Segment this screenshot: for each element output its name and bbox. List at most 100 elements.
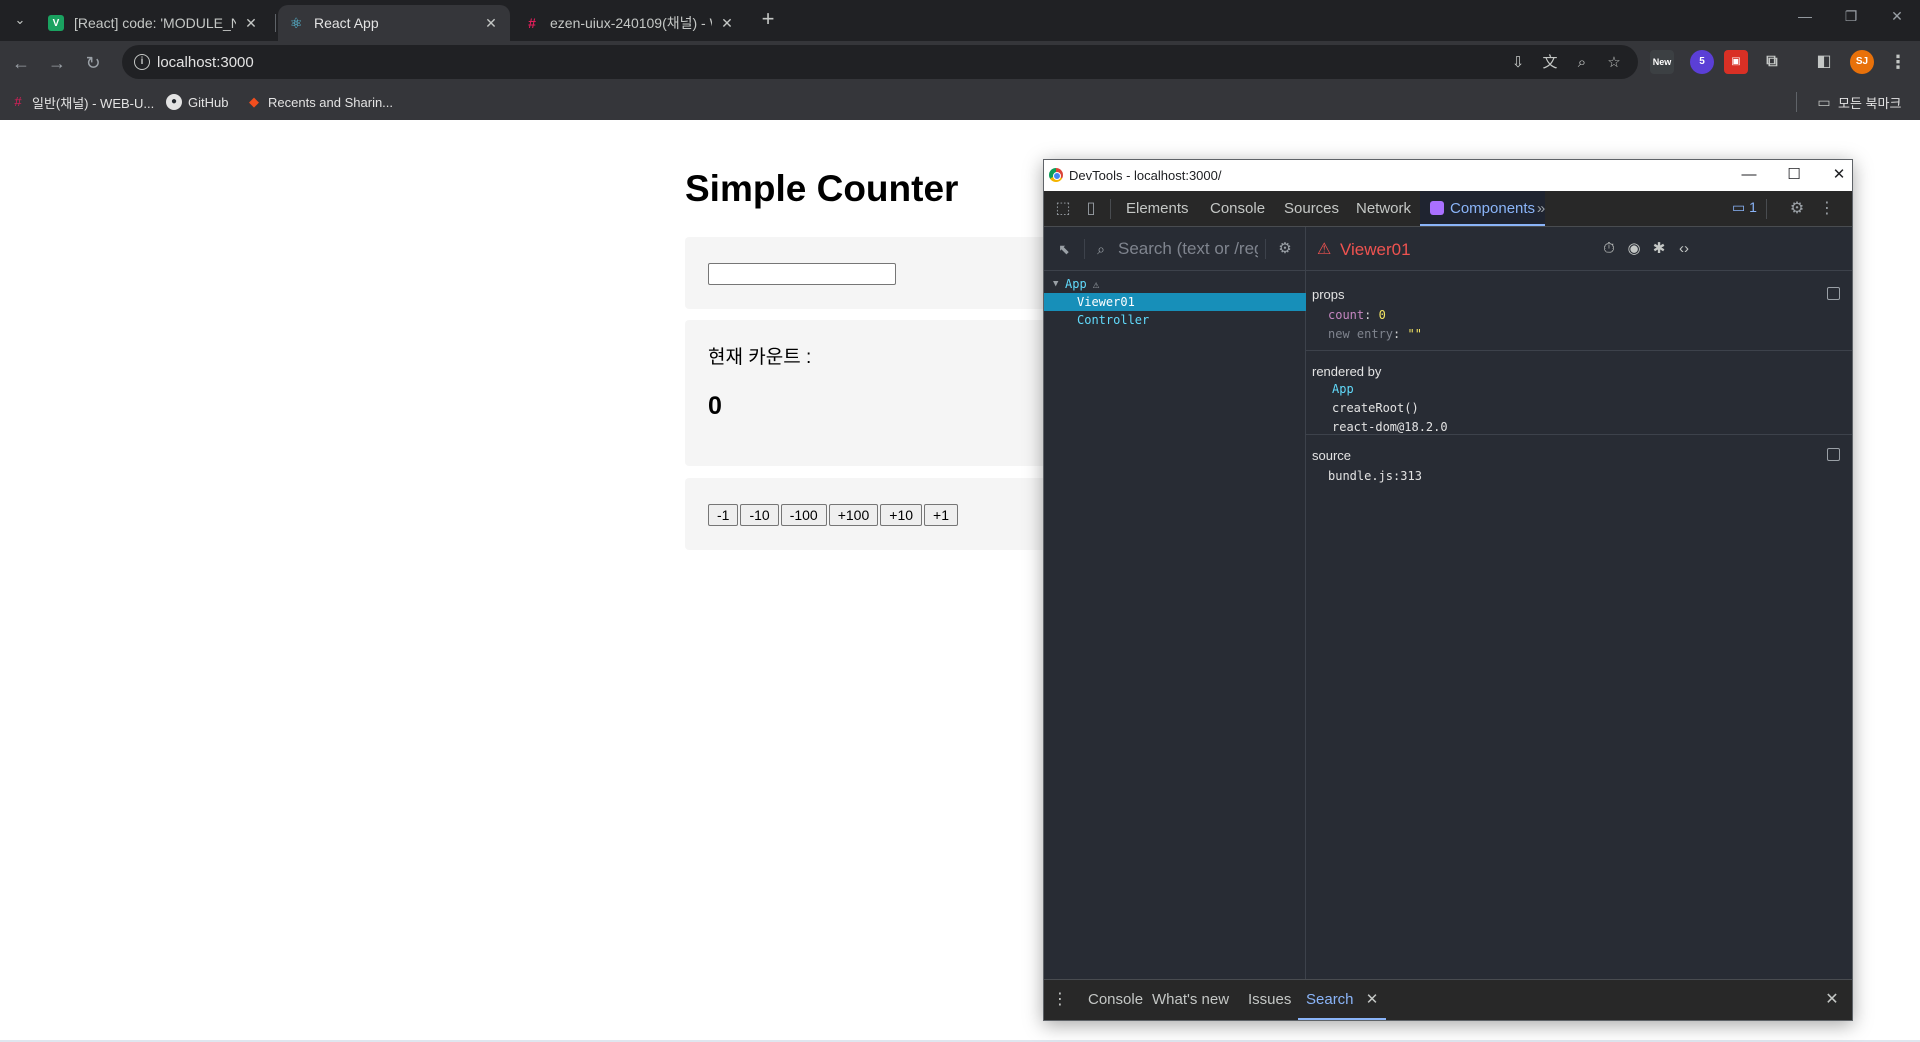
forward-arrow-icon[interactable]: → — [46, 52, 68, 74]
github-icon: ● — [166, 94, 182, 110]
drawer-tab-console[interactable]: Console — [1080, 980, 1151, 1020]
inspect-eye-icon[interactable]: ◉ — [1624, 239, 1644, 259]
plus-10-button[interactable]: +10 — [880, 504, 923, 526]
devtools-title: DevTools - localhost:3000/ — [1069, 168, 1222, 183]
tree-node-app[interactable]: ▼ App ⚠ — [1044, 275, 1306, 293]
inspect-element-icon[interactable]: ⬚ — [1052, 199, 1074, 219]
drawer-tab-search[interactable]: Search ✕ — [1298, 980, 1387, 1020]
tree-settings-gear-icon[interactable]: ⚙ — [1276, 240, 1294, 258]
zoom-icon[interactable]: ⌕ — [1572, 53, 1592, 73]
browser-tab-react-code[interactable]: V [React] code: 'MODULE_NOT_F ✕ — [38, 5, 270, 41]
url-text[interactable]: localhost:3000 — [157, 54, 254, 71]
bookmark-divider — [1796, 92, 1797, 112]
text-input[interactable] — [708, 263, 896, 285]
prop-value[interactable]: "" — [1407, 327, 1421, 341]
rendered-by-title: rendered by — [1312, 364, 1382, 379]
plus-1-button[interactable]: +1 — [924, 504, 958, 526]
tab-favicon-icon: V — [48, 15, 64, 31]
extensions-puzzle-icon[interactable]: ⧉ — [1760, 50, 1784, 74]
tree-node-label: Viewer01 — [1077, 295, 1135, 309]
devtools-drawer: ⋮ Console What's new Issues Search ✕ ✕ — [1044, 979, 1852, 1020]
minus-10-button[interactable]: -10 — [740, 504, 779, 526]
tab-console[interactable]: Console — [1200, 191, 1275, 226]
prop-row-new-entry[interactable]: new entry: "" — [1328, 327, 1422, 341]
tree-node-label: App ⚠ — [1065, 275, 1099, 294]
source-location[interactable]: bundle.js:313 — [1328, 469, 1422, 483]
more-tabs-chevron-icon[interactable]: » — [1530, 199, 1552, 219]
all-bookmarks[interactable]: ▭ 모든 북마크 — [1816, 92, 1901, 112]
copy-source-icon[interactable] — [1827, 448, 1840, 461]
copy-props-icon[interactable] — [1827, 287, 1840, 300]
drawer-menu-icon[interactable]: ⋮ — [1050, 990, 1070, 1010]
translate-icon[interactable]: 文 — [1540, 53, 1560, 73]
component-search-input[interactable]: Search (text or /regex — [1118, 239, 1258, 259]
plus-100-button[interactable]: +100 — [828, 504, 879, 526]
bookmark-label: Recents and Sharin... — [268, 94, 394, 110]
tab-title: [React] code: 'MODULE_NOT_F — [74, 15, 236, 31]
profile-avatar[interactable]: SJ — [1850, 50, 1874, 74]
prop-row-count[interactable]: count: 0 — [1328, 308, 1386, 322]
close-drawer-icon[interactable]: ✕ — [1822, 990, 1842, 1010]
restore-icon[interactable]: ❐ — [1828, 8, 1874, 32]
bookmark-github[interactable]: ● GitHub — [166, 92, 228, 112]
selected-component-name: Viewer01 — [1340, 240, 1411, 259]
rendered-by-app-link[interactable]: App — [1332, 382, 1354, 396]
extension-new-icon[interactable]: New — [1650, 50, 1674, 74]
bookmark-star-icon[interactable]: ☆ — [1604, 53, 1624, 73]
tab-sources[interactable]: Sources — [1274, 191, 1349, 226]
react-favicon-icon: ⚛ — [289, 14, 303, 31]
tree-node-controller[interactable]: Controller — [1044, 311, 1306, 329]
source-title: source — [1312, 448, 1352, 463]
back-arrow-icon[interactable]: ← — [10, 52, 32, 74]
tab-close-icon[interactable]: ✕ — [718, 15, 736, 32]
devtools-close-icon[interactable]: ✕ — [1824, 165, 1854, 185]
settings-gear-icon[interactable]: ⚙ — [1786, 199, 1808, 219]
reload-icon[interactable]: ↻ — [82, 52, 104, 74]
close-search-tab-icon[interactable]: ✕ — [1366, 991, 1379, 1008]
devtools-menu-icon[interactable]: ⋮ — [1816, 199, 1838, 219]
side-panel-icon[interactable]: ◧ — [1812, 50, 1836, 74]
install-app-icon[interactable]: ⇩ — [1508, 53, 1528, 73]
extension-badge-icon[interactable]: 5 — [1690, 50, 1714, 74]
minimize-icon[interactable]: — — [1782, 8, 1828, 32]
device-toolbar-icon[interactable]: ▯ — [1080, 199, 1102, 219]
stopwatch-icon[interactable]: ⏱ — [1599, 239, 1619, 259]
new-tab-plus-icon[interactable]: + — [756, 8, 780, 32]
bookmark-figma[interactable]: ◆ Recents and Sharin... — [246, 92, 393, 112]
tab-components[interactable]: Components — [1420, 191, 1546, 226]
count-label: 현재 카운트 : — [708, 347, 812, 368]
browser-tab-slack[interactable]: # ezen-uiux-240109(채널) - WEB ✕ — [514, 5, 746, 41]
issues-badge[interactable]: ▭ 1 — [1732, 199, 1757, 216]
browser-menu-icon[interactable]: ⋮ — [1886, 50, 1910, 74]
extension-gift-icon[interactable]: ▣ — [1724, 50, 1748, 74]
minus-100-button[interactable]: -100 — [780, 504, 827, 526]
toolbar-divider — [1110, 199, 1111, 219]
bookmark-slack-channel[interactable]: # 일반(채널) - WEB-U... — [10, 92, 154, 112]
drawer-tab-whats-new[interactable]: What's new — [1144, 980, 1237, 1020]
tab-elements[interactable]: Elements — [1116, 191, 1199, 226]
component-detail-pane: ⚠ Viewer01 ⏱ ◉ ✱ ‹› props count: 0 new e… — [1306, 227, 1852, 979]
prop-value[interactable]: 0 — [1379, 308, 1386, 322]
expand-caret-icon[interactable]: ▼ — [1053, 275, 1058, 293]
view-source-icon[interactable]: ‹› — [1674, 239, 1694, 259]
tab-close-icon[interactable]: ✕ — [482, 15, 500, 32]
rendered-by-section: rendered by App createRoot() react-dom@1… — [1306, 351, 1852, 435]
devtools-maximize-icon[interactable]: ☐ — [1779, 165, 1809, 185]
tab-search-icon[interactable]: ⌄ — [6, 6, 34, 34]
minus-1-button[interactable]: -1 — [708, 504, 739, 526]
browser-tab-react-app[interactable]: ⚛ React App ✕ — [278, 5, 510, 41]
log-bug-icon[interactable]: ✱ — [1649, 239, 1669, 259]
select-element-icon[interactable]: ⬉ — [1055, 240, 1073, 258]
site-info-icon[interactable]: i — [134, 54, 150, 70]
drawer-tab-issues[interactable]: Issues — [1240, 980, 1299, 1020]
tree-node-viewer01[interactable]: Viewer01 — [1044, 293, 1306, 311]
bookmarks-bar: # 일반(채널) - WEB-U... ● GitHub ◆ Recents a… — [0, 84, 1920, 120]
browser-chrome: ⌄ V [React] code: 'MODULE_NOT_F ✕ ⚛ Reac… — [0, 0, 1920, 120]
devtools-minimize-icon[interactable]: — — [1734, 165, 1764, 185]
tab-close-icon[interactable]: ✕ — [242, 15, 260, 32]
close-window-icon[interactable]: ✕ — [1874, 8, 1920, 32]
address-bar[interactable]: i localhost:3000 ⇩ 文 ⌕ ☆ — [122, 45, 1638, 79]
warning-triangle-icon: ⚠ — [1317, 241, 1332, 258]
figma-icon: ◆ — [249, 94, 259, 109]
tab-network[interactable]: Network — [1346, 191, 1421, 226]
